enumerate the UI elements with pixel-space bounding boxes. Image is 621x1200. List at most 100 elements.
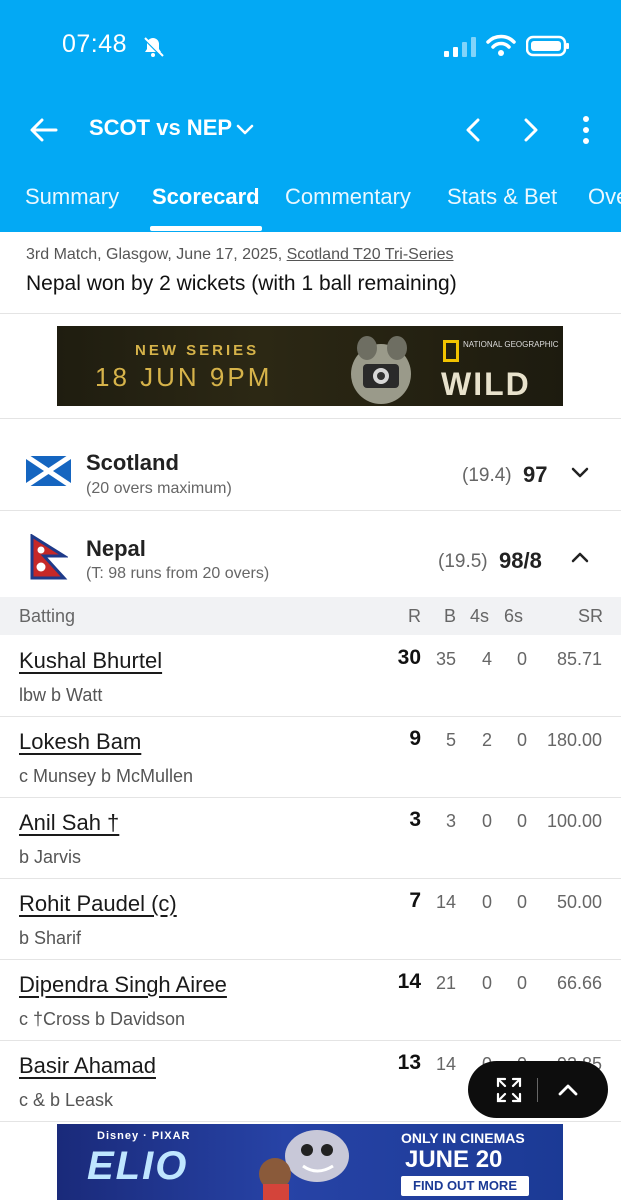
batter-name[interactable]: Anil Sah † — [19, 810, 119, 836]
team-subtitle: (20 overs maximum) — [86, 480, 232, 497]
balls: 3 — [445, 811, 456, 831]
divider — [0, 418, 621, 419]
floating-control — [468, 1061, 608, 1118]
batter-name[interactable]: Rohit Paudel (c) — [19, 891, 177, 917]
match-meta: 3rd Match, Glasgow, June 17, 2025, Scotl… — [26, 246, 454, 264]
header-runs: R — [408, 606, 421, 626]
runs: 9 — [409, 727, 421, 750]
battery-icon — [526, 35, 569, 57]
team-score: 98/8 — [499, 548, 542, 573]
header-strike-rate: SR — [578, 606, 604, 626]
strike-rate: 100.00 — [546, 811, 602, 831]
characters-illustration — [259, 1130, 349, 1200]
dismissal: lbw b Watt — [19, 685, 103, 705]
more-options-icon[interactable] — [574, 114, 598, 146]
strike-rate: 85.71 — [556, 649, 602, 669]
dismissal: c †Cross b Davidson — [19, 1009, 186, 1029]
team-name: Nepal — [86, 536, 146, 561]
team-subtitle: (T: 98 runs from 20 overs) — [86, 565, 270, 582]
separator — [537, 1078, 538, 1102]
ad-banner-bottom[interactable]: Disney · PIXAR ELIO ONLY IN CINEMAS JUNE… — [57, 1124, 563, 1200]
ad-line2: 18 JUN 9PM — [95, 362, 273, 392]
dismissal: b Jarvis — [19, 847, 82, 867]
batting-row[interactable]: Lokesh Bam c Munsey b McMullen 9 5 2 0 1… — [0, 717, 621, 798]
chevron-down-icon[interactable] — [569, 461, 591, 483]
header-batting: Batting — [19, 606, 76, 626]
series-link[interactable]: Scotland T20 Tri-Series — [287, 246, 454, 263]
dismissal: b Sharif — [19, 928, 82, 948]
ad-tagline: ONLY IN CINEMAS — [401, 1130, 525, 1146]
fours: 0 — [481, 811, 492, 831]
sixes: 0 — [516, 973, 527, 993]
dismissal: c Munsey b McMullen — [19, 766, 194, 786]
previous-match-icon[interactable] — [462, 116, 486, 144]
balls: 14 — [435, 892, 456, 912]
header-balls: B — [444, 606, 457, 626]
find-out-more-button[interactable]: FIND OUT MORE — [401, 1176, 529, 1196]
header-fours: 4s — [470, 606, 490, 626]
team-score: 97 — [523, 462, 548, 487]
active-tab-indicator — [150, 226, 262, 231]
app-header: 07:48 SCOT vs NEP Summary Scorecard Comm… — [0, 0, 621, 232]
fours: 2 — [481, 730, 492, 750]
batter-name[interactable]: Basir Ahamad — [19, 1053, 156, 1079]
tab-overs[interactable]: Ove — [588, 184, 621, 210]
balls: 5 — [445, 730, 456, 750]
ad-banner-top[interactable]: NEW SERIES 18 JUN 9PM NATIONAL GEOGRAPHI… — [57, 326, 563, 406]
team-overs: (19.4) — [462, 465, 512, 486]
ad-brand-big: WILD — [441, 366, 531, 402]
next-match-icon[interactable] — [518, 116, 542, 144]
runs: 3 — [409, 808, 421, 831]
chevron-down-icon[interactable] — [235, 119, 255, 139]
batting-row[interactable]: Kushal Bhurtel lbw b Watt 30 35 4 0 85.7… — [0, 636, 621, 717]
balls: 14 — [435, 1054, 456, 1074]
balls: 21 — [435, 973, 456, 993]
bell-muted-icon — [142, 36, 164, 58]
fours: 0 — [481, 892, 492, 912]
tab-summary[interactable]: Summary — [25, 184, 119, 210]
batting-table-header: Batting R B 4s 6s SR — [0, 597, 621, 635]
batter-name[interactable]: Kushal Bhurtel — [19, 648, 162, 674]
wifi-icon — [486, 34, 516, 56]
lemur-illustration — [351, 336, 411, 404]
runs: 13 — [397, 1051, 421, 1074]
dismissal: c & b Leask — [19, 1090, 114, 1110]
fours: 4 — [481, 649, 492, 669]
natgeo-logo-icon — [443, 340, 459, 362]
ad-date: JUNE 20 — [405, 1146, 503, 1173]
batting-row[interactable]: Anil Sah † b Jarvis 3 3 0 0 100.00 — [0, 798, 621, 879]
sixes: 0 — [516, 730, 527, 750]
tab-commentary[interactable]: Commentary — [285, 184, 411, 210]
batter-name[interactable]: Dipendra Singh Airee — [19, 972, 227, 998]
batter-name[interactable]: Lokesh Bam — [19, 729, 141, 755]
strike-rate: 180.00 — [546, 730, 602, 750]
divider — [0, 313, 621, 314]
batting-row[interactable]: Dipendra Singh Airee c †Cross b Davidson… — [0, 960, 621, 1041]
status-time: 07:48 — [62, 30, 128, 58]
ad-title: ELIO — [87, 1144, 189, 1188]
back-arrow-icon[interactable] — [28, 114, 60, 146]
match-result: Nepal won by 2 wickets (with 1 ball rema… — [26, 272, 457, 295]
sixes: 0 — [516, 649, 527, 669]
chevron-up-icon[interactable] — [569, 546, 591, 568]
nepal-flag-icon — [30, 534, 68, 580]
batting-row[interactable]: Rohit Paudel (c) b Sharif 7 14 0 0 50.00 — [0, 879, 621, 960]
expand-icon[interactable] — [496, 1077, 522, 1103]
strike-rate: 50.00 — [556, 892, 602, 912]
match-meta-text: 3rd Match, Glasgow, June 17, 2025, — [26, 246, 287, 263]
runs: 30 — [397, 646, 421, 669]
match-title[interactable]: SCOT vs NEP — [89, 115, 232, 141]
tab-stats-bet[interactable]: Stats & Bet — [447, 184, 557, 210]
strike-rate: 66.66 — [556, 973, 602, 993]
ad-brand-small: NATIONAL GEOGRAPHIC — [463, 340, 559, 349]
chevron-up-icon[interactable] — [555, 1077, 581, 1103]
runs: 14 — [397, 970, 421, 993]
tab-scorecard[interactable]: Scorecard — [152, 184, 260, 210]
team-overs: (19.5) — [438, 551, 488, 572]
ad-brand: Disney · PIXAR — [97, 1130, 191, 1142]
header-sixes: 6s — [504, 606, 524, 626]
signal-icon — [444, 37, 476, 57]
ad-line1: NEW SERIES — [135, 342, 260, 359]
balls: 35 — [435, 649, 456, 669]
scotland-flag-icon — [26, 456, 71, 486]
